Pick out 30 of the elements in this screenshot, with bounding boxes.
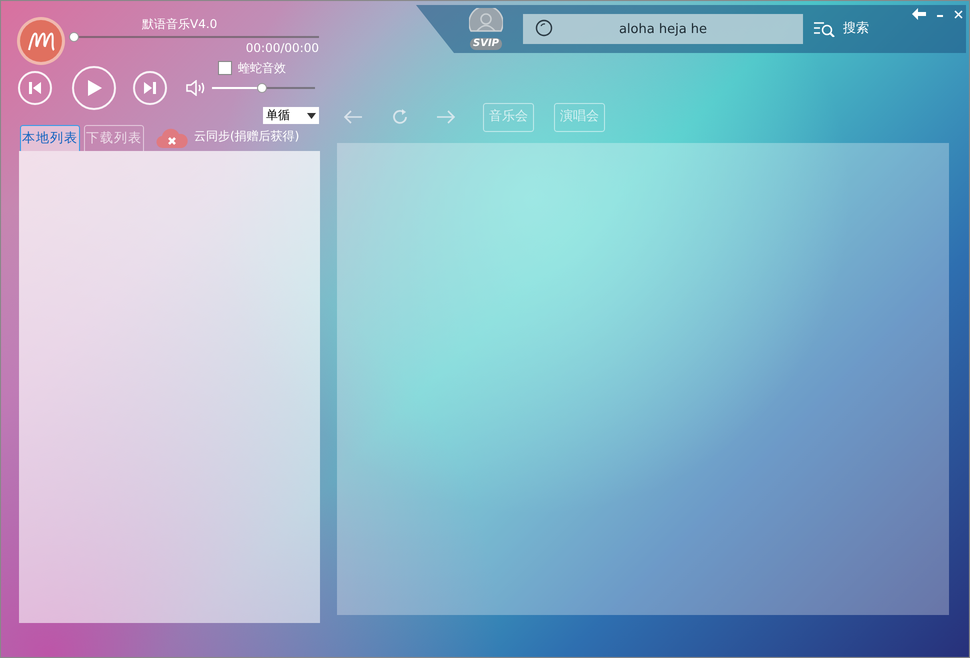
logo-icon xyxy=(17,17,65,65)
volume-thumb[interactable] xyxy=(256,83,267,93)
progress-thumb[interactable] xyxy=(69,32,79,42)
effect-label: 蝰蛇音效 xyxy=(238,60,286,77)
back-arrow-icon[interactable] xyxy=(912,8,926,20)
refresh-icon[interactable] xyxy=(391,108,409,126)
search-list-icon xyxy=(813,21,835,37)
search-field[interactable]: aloha heja he xyxy=(523,14,803,44)
previous-button[interactable] xyxy=(18,71,52,105)
forward-icon[interactable] xyxy=(436,109,456,125)
search-icon xyxy=(535,19,555,39)
close-icon[interactable] xyxy=(954,10,963,18)
time-display: 00:00/00:00 xyxy=(246,41,319,55)
play-button[interactable] xyxy=(72,66,116,110)
play-icon xyxy=(85,79,103,97)
previous-icon xyxy=(28,81,42,95)
search-button[interactable]: 搜索 xyxy=(813,19,869,39)
play-mode-dropdown[interactable]: 单循 xyxy=(263,107,319,124)
cloud-icon xyxy=(156,127,188,149)
effect-checkbox[interactable] xyxy=(218,61,232,75)
app-title: 默语音乐V4.0 xyxy=(142,16,218,32)
svip-badge: SVIP xyxy=(470,38,502,50)
cloud-sync-label: 云同步(捐赠后获得) xyxy=(194,128,300,145)
back-icon[interactable] xyxy=(343,109,363,125)
volume-icon[interactable] xyxy=(186,80,206,96)
next-icon xyxy=(143,81,157,95)
next-button[interactable] xyxy=(133,71,167,105)
playlist-tab[interactable]: 本地列表 xyxy=(20,125,80,151)
caret-icon xyxy=(307,112,316,118)
playlist-tab[interactable]: 下载列表 xyxy=(84,125,144,151)
